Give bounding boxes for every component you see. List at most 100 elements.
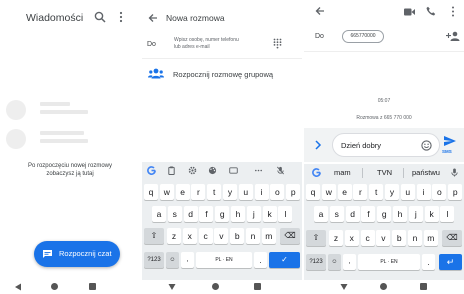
recipient-chip[interactable]: 665770000: [342, 30, 384, 43]
space-key[interactable]: PL · EN: [358, 254, 420, 270]
back-arrow-icon[interactable]: [148, 13, 158, 23]
keyboard-key[interactable]: y: [223, 184, 237, 200]
keyboard-key[interactable]: k: [262, 206, 277, 222]
keyboard-key[interactable]: e: [175, 184, 190, 200]
keyboard-key[interactable]: n: [408, 230, 422, 246]
comma-key[interactable]: ,: [181, 252, 194, 268]
more-vert-icon[interactable]: [117, 11, 125, 23]
keyboard-key[interactable]: i: [416, 184, 431, 200]
more-icon[interactable]: [254, 166, 263, 175]
keyboard-key[interactable]: e: [337, 184, 352, 200]
nav-back-icon[interactable]: [168, 283, 176, 291]
nav-recents-icon[interactable]: [420, 283, 427, 290]
keyboard-key[interactable]: t: [369, 184, 384, 200]
keyboard-key[interactable]: r: [191, 184, 206, 200]
emoji-icon[interactable]: [421, 140, 432, 151]
search-icon[interactable]: [94, 11, 106, 23]
keyboard-key[interactable]: b: [392, 230, 407, 246]
mic-off-icon[interactable]: [276, 166, 285, 175]
keyboard-key[interactable]: g: [377, 206, 392, 222]
dialpad-icon[interactable]: [273, 38, 282, 49]
enter-key[interactable]: ↵: [439, 254, 462, 270]
start-group-conversation[interactable]: Rozpocznij rozmowę grupową: [173, 70, 273, 79]
emoji-key[interactable]: ☺: [328, 254, 341, 270]
keyboard-key[interactable]: h: [393, 206, 407, 222]
nav-back-icon[interactable]: [340, 283, 348, 291]
keyboard-key[interactable]: d: [183, 206, 198, 222]
keyboard-key[interactable]: a: [314, 206, 328, 222]
keyboard-key[interactable]: w: [321, 184, 336, 200]
phone-icon[interactable]: [426, 6, 436, 16]
more-vert-icon[interactable]: [450, 6, 456, 17]
keyboard-key[interactable]: i: [254, 184, 269, 200]
keyboard-key[interactable]: f: [361, 206, 376, 222]
video-call-icon[interactable]: [404, 8, 415, 16]
keyboard-key[interactable]: p: [448, 184, 463, 200]
group-icon[interactable]: [148, 68, 164, 79]
keyboard-key[interactable]: x: [344, 230, 359, 246]
clipboard-icon[interactable]: [167, 166, 176, 175]
emoji-key[interactable]: ☺: [166, 252, 179, 268]
keyboard-key[interactable]: l: [440, 206, 455, 222]
keyboard-key[interactable]: v: [376, 230, 391, 246]
keyboard-key[interactable]: q: [144, 184, 158, 200]
mic-icon[interactable]: [450, 168, 459, 177]
keyboard-key[interactable]: d: [345, 206, 360, 222]
keyboard-key[interactable]: l: [278, 206, 293, 222]
backspace-key[interactable]: ⌫: [280, 228, 300, 244]
add-person-icon[interactable]: [446, 31, 460, 41]
comma-key[interactable]: ,: [343, 254, 356, 270]
backspace-key[interactable]: ⌫: [442, 230, 462, 246]
keyboard-key[interactable]: z: [329, 230, 343, 246]
message-input[interactable]: Dzień dobry: [332, 133, 440, 157]
keyboard-key[interactable]: p: [286, 184, 301, 200]
send-icon[interactable]: [443, 135, 457, 147]
nav-home-icon[interactable]: [380, 283, 387, 290]
keyboard-key[interactable]: m: [261, 228, 276, 244]
suggestion[interactable]: mam: [334, 168, 351, 177]
keyboard-key[interactable]: k: [424, 206, 439, 222]
keyboard-key[interactable]: q: [306, 184, 320, 200]
keyboard-key[interactable]: u: [400, 184, 415, 200]
space-key[interactable]: PL · EN: [196, 252, 252, 268]
symbols-key[interactable]: ?123: [306, 254, 326, 270]
keyboard-key[interactable]: a: [152, 206, 166, 222]
suggestion[interactable]: państwu: [412, 168, 440, 177]
keyboard-key[interactable]: o: [270, 184, 285, 200]
keyboard-key[interactable]: j: [246, 206, 261, 222]
keyboard-key[interactable]: g: [215, 206, 230, 222]
keyboard-key[interactable]: u: [238, 184, 253, 200]
back-arrow-icon[interactable]: [315, 6, 325, 16]
expand-icon[interactable]: [314, 140, 322, 150]
google-g-icon[interactable]: [147, 166, 156, 175]
recipient-input[interactable]: Wpisz osobę, numer telefonu lub adres e-…: [174, 37, 264, 50]
keyboard-key[interactable]: c: [360, 230, 375, 246]
shift-key[interactable]: ⇧: [144, 228, 164, 244]
symbols-key[interactable]: ?123: [144, 252, 164, 268]
enter-key[interactable]: ✓: [269, 252, 300, 268]
keyboard-key[interactable]: m: [423, 230, 438, 246]
nav-recents-icon[interactable]: [254, 283, 261, 290]
keyboard-key[interactable]: x: [182, 228, 197, 244]
shift-key[interactable]: ⇧: [306, 230, 326, 246]
nav-recents-icon[interactable]: [89, 283, 96, 290]
keyboard-key[interactable]: w: [159, 184, 174, 200]
keyboard-key[interactable]: h: [231, 206, 245, 222]
nav-back-icon[interactable]: [14, 283, 22, 291]
nav-home-icon[interactable]: [212, 283, 219, 290]
keyboard-key[interactable]: r: [353, 184, 368, 200]
keyboard-key[interactable]: y: [385, 184, 399, 200]
settings-icon[interactable]: [188, 166, 197, 175]
keyboard-key[interactable]: t: [207, 184, 222, 200]
keyboard-key[interactable]: s: [167, 206, 182, 222]
keyboard-key[interactable]: n: [246, 228, 260, 244]
suggestion[interactable]: TVN: [377, 168, 392, 177]
google-g-icon[interactable]: [312, 168, 321, 177]
keyboard-key[interactable]: c: [198, 228, 213, 244]
period-key[interactable]: .: [422, 254, 435, 270]
period-key[interactable]: .: [254, 252, 267, 268]
keyboard-key[interactable]: z: [167, 228, 181, 244]
keyboard-key[interactable]: f: [199, 206, 214, 222]
keyboard-key[interactable]: s: [329, 206, 344, 222]
keyboard-key[interactable]: o: [432, 184, 447, 200]
